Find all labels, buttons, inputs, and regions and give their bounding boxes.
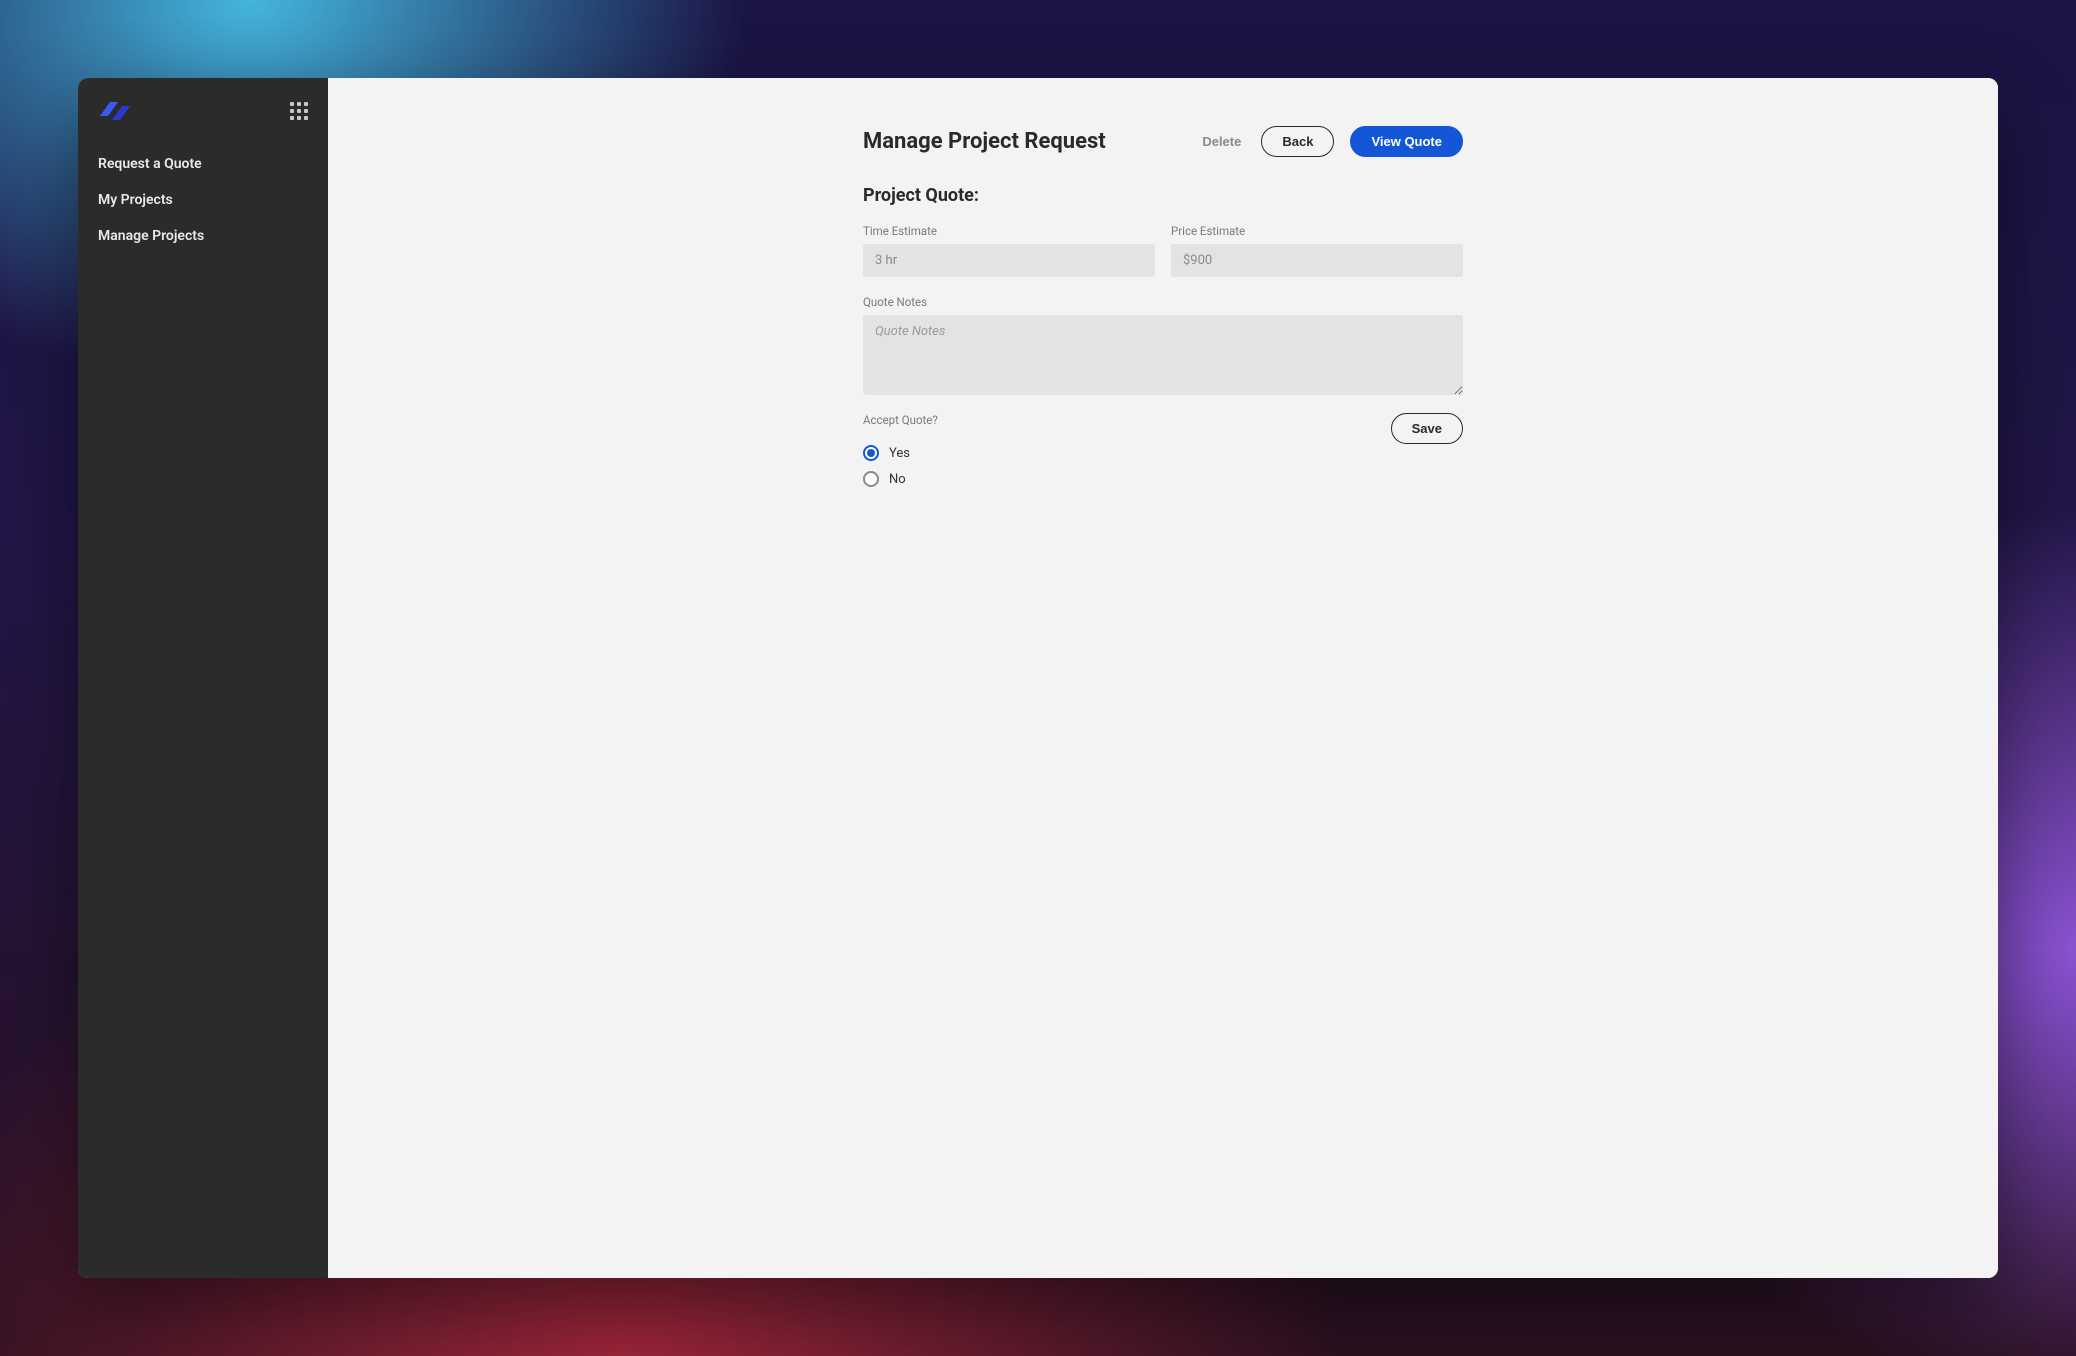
input-price-estimate[interactable] bbox=[1171, 244, 1463, 277]
app-logo[interactable] bbox=[98, 100, 132, 122]
notes-row: Quote Notes bbox=[863, 295, 1463, 395]
textarea-quote-notes[interactable] bbox=[863, 315, 1463, 395]
save-button[interactable]: Save bbox=[1391, 413, 1463, 444]
sidebar-header bbox=[78, 96, 328, 140]
estimate-row: Time Estimate Price Estimate bbox=[863, 224, 1463, 277]
back-button[interactable]: Back bbox=[1261, 126, 1334, 157]
sidebar-item-request-quote[interactable]: Request a Quote bbox=[78, 146, 328, 182]
sidebar-item-my-projects[interactable]: My Projects bbox=[78, 182, 328, 218]
save-button-wrap: Save bbox=[1391, 413, 1463, 444]
accept-row: Accept Quote? Yes No Save bbox=[863, 413, 1463, 487]
main-content: Manage Project Request Delete Back View … bbox=[328, 78, 1998, 1278]
radio-label-yes: Yes bbox=[889, 446, 910, 461]
radio-dot-icon bbox=[863, 445, 879, 461]
page-header: Manage Project Request Delete Back View … bbox=[863, 126, 1463, 157]
radio-accept-yes[interactable]: Yes bbox=[863, 445, 938, 461]
page-title: Manage Project Request bbox=[863, 129, 1106, 154]
sidebar-nav: Request a Quote My Projects Manage Proje… bbox=[78, 140, 328, 260]
accept-quote-radio-group: Accept Quote? Yes No bbox=[863, 413, 938, 487]
app-grid-icon[interactable] bbox=[290, 102, 308, 120]
sidebar-item-manage-projects[interactable]: Manage Projects bbox=[78, 218, 328, 254]
label-price-estimate: Price Estimate bbox=[1171, 224, 1463, 238]
field-time-estimate: Time Estimate bbox=[863, 224, 1155, 277]
radio-accept-no[interactable]: No bbox=[863, 471, 938, 487]
content-column: Manage Project Request Delete Back View … bbox=[863, 126, 1463, 1230]
radio-label-no: No bbox=[889, 472, 906, 487]
view-quote-button[interactable]: View Quote bbox=[1350, 126, 1463, 157]
field-price-estimate: Price Estimate bbox=[1171, 224, 1463, 277]
label-accept-quote: Accept Quote? bbox=[863, 413, 938, 427]
label-time-estimate: Time Estimate bbox=[863, 224, 1155, 238]
field-quote-notes: Quote Notes bbox=[863, 295, 1463, 395]
sidebar: Request a Quote My Projects Manage Proje… bbox=[78, 78, 328, 1278]
radio-dot-icon bbox=[863, 471, 879, 487]
logo-icon bbox=[98, 100, 132, 122]
label-quote-notes: Quote Notes bbox=[863, 295, 1463, 309]
section-title-project-quote: Project Quote: bbox=[863, 185, 1463, 206]
delete-button[interactable]: Delete bbox=[1198, 128, 1245, 155]
input-time-estimate[interactable] bbox=[863, 244, 1155, 277]
header-actions: Delete Back View Quote bbox=[1198, 126, 1463, 157]
app-window: Request a Quote My Projects Manage Proje… bbox=[78, 78, 1998, 1278]
